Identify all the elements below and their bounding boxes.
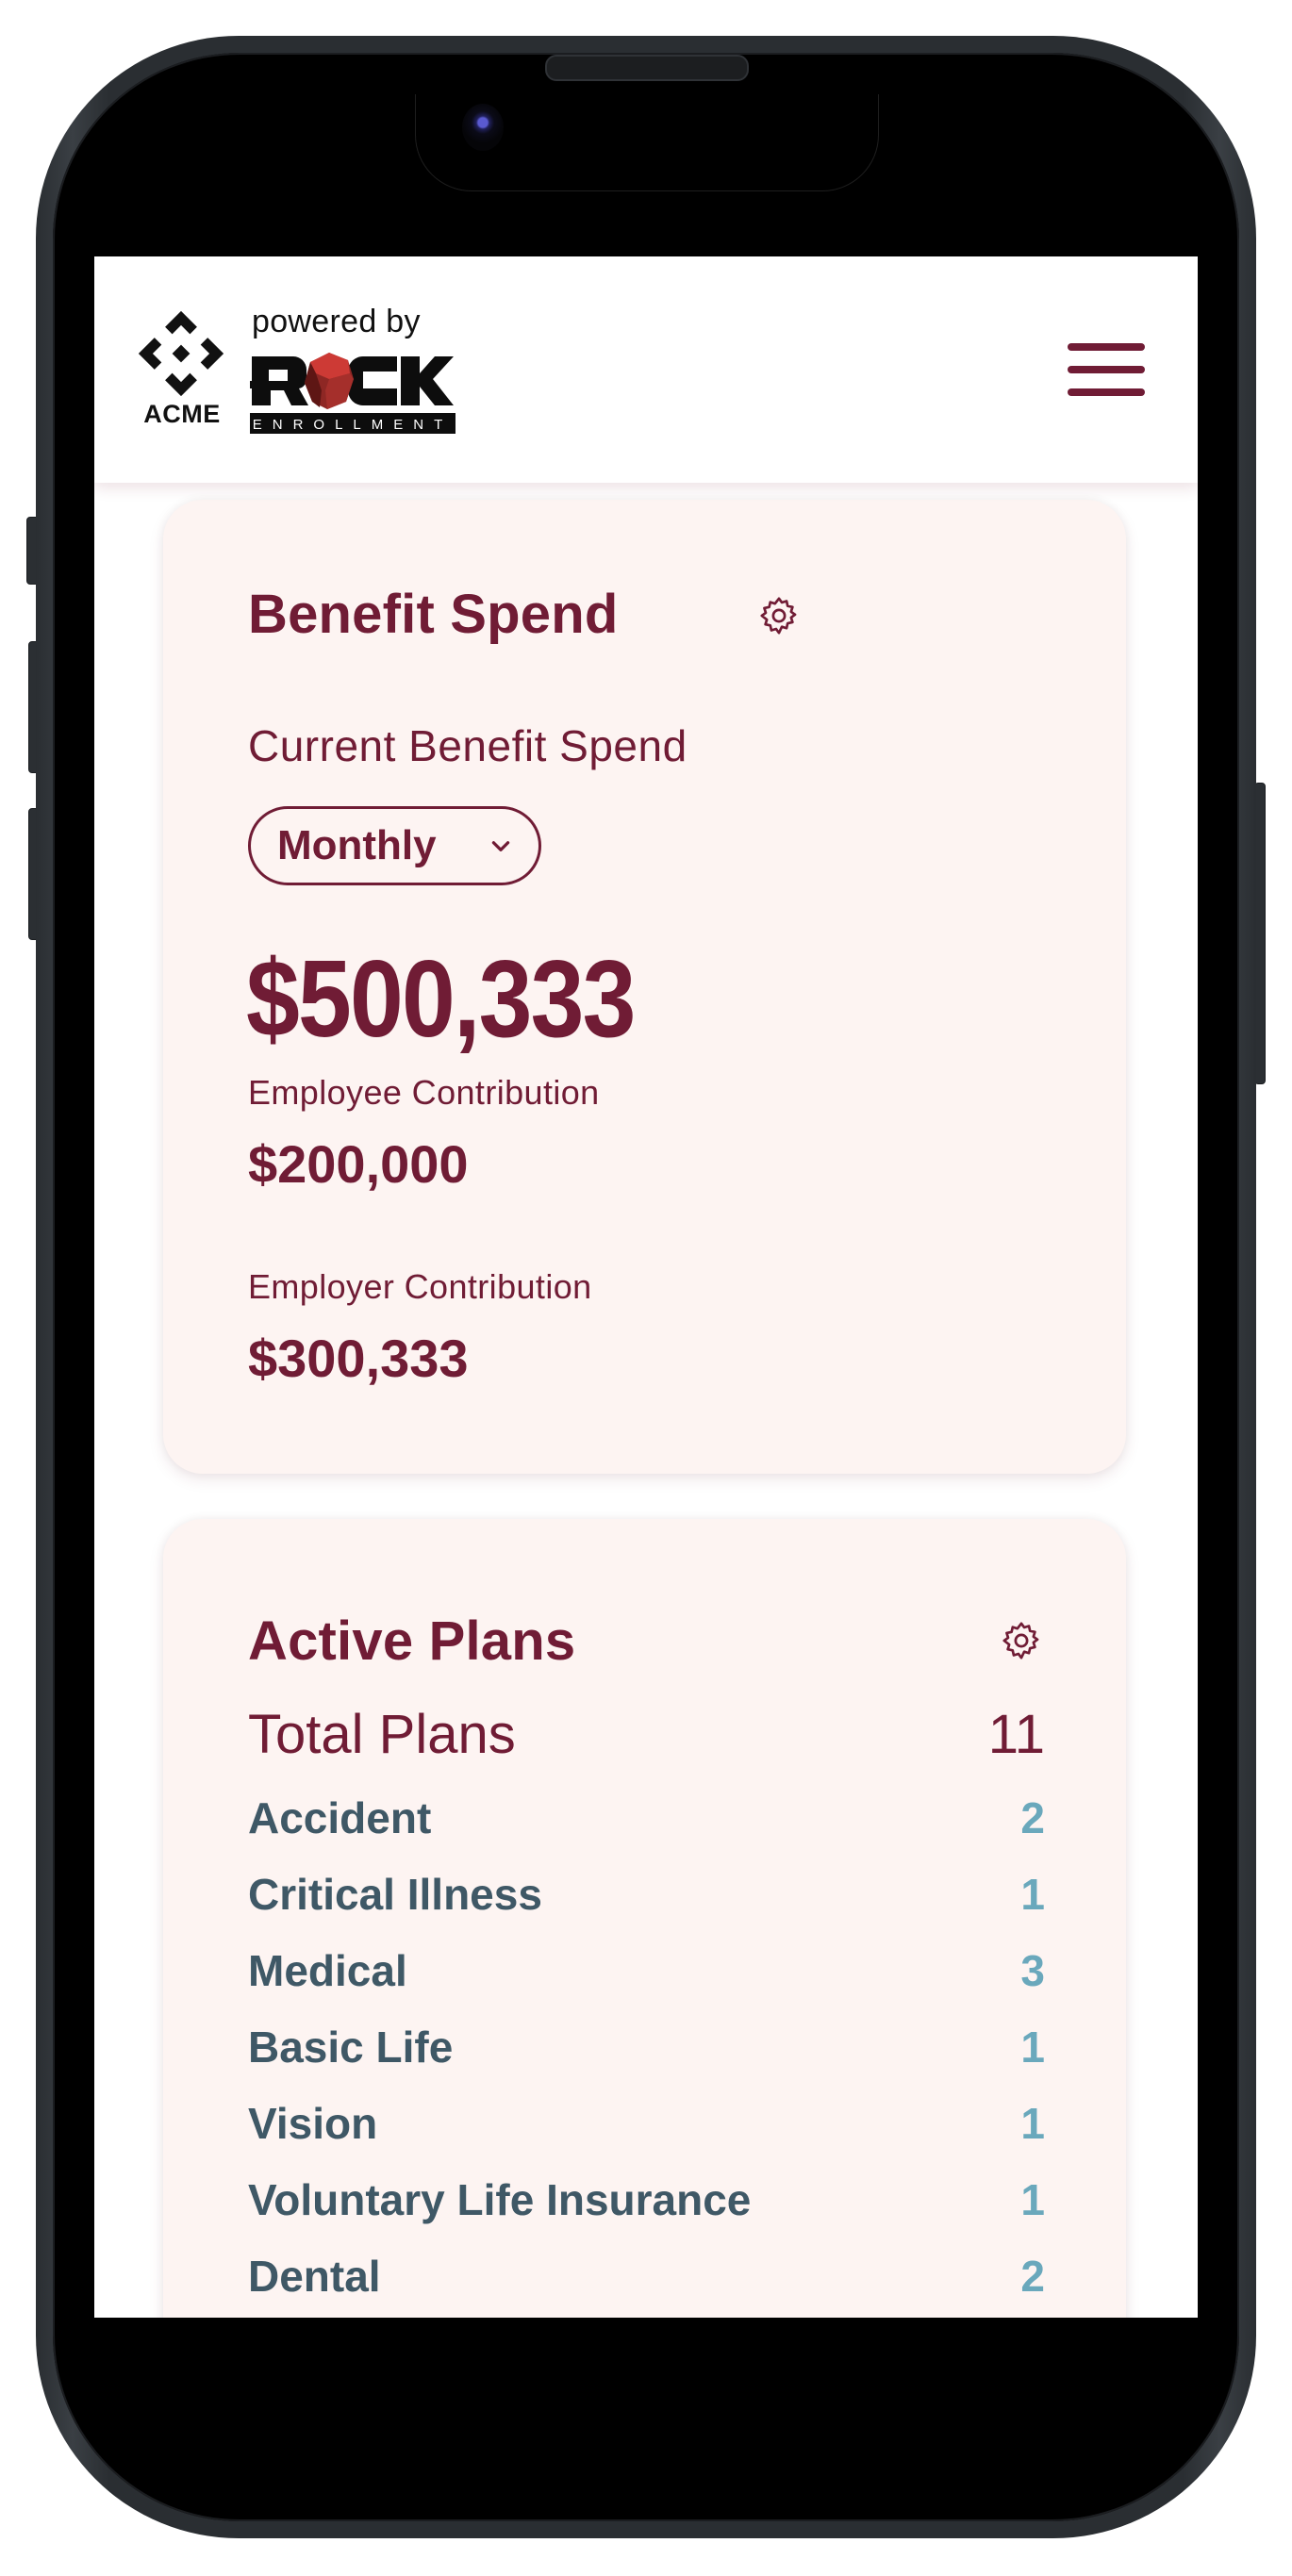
plan-row[interactable]: Dental 2 <box>248 2251 1045 2317</box>
active-plans-settings-gear-icon[interactable] <box>1000 1619 1043 1662</box>
plan-label: Medical <box>248 1946 407 1995</box>
plan-label: Voluntary Life Insurance <box>248 2175 752 2224</box>
plan-label: Basic Life <box>248 2023 454 2072</box>
employer-contribution-value: $300,333 <box>248 1329 469 1388</box>
plan-count: 3 <box>1020 1946 1045 1995</box>
chevron-down-icon <box>491 841 510 851</box>
plan-count: 1 <box>1020 2023 1045 2072</box>
current-benefit-spend-label: Current Benefit Spend <box>248 721 687 770</box>
plan-row[interactable]: Critical Illness 1 <box>248 1869 1045 1935</box>
front-camera <box>462 104 504 151</box>
plan-label: Accident <box>248 1793 432 1842</box>
plan-row[interactable]: Voluntary Life Insurance 1 <box>248 2174 1045 2240</box>
total-plans-value: 11 <box>987 1704 1045 1765</box>
plan-row[interactable]: Accident 2 <box>248 1792 1045 1858</box>
benefit-spend-title: Benefit Spend <box>248 584 619 645</box>
rock-enrollment-logo: ENROLLMENT <box>250 353 456 434</box>
period-dropdown[interactable]: Monthly <box>248 806 541 885</box>
total-plans-label: Total Plans <box>248 1704 516 1765</box>
plan-label: Vision <box>248 2099 378 2148</box>
brand-logo-subtext: ENROLLMENT <box>253 417 454 433</box>
plan-count: 1 <box>1020 2175 1045 2224</box>
plan-row[interactable]: Basic Life 1 <box>248 2022 1045 2088</box>
active-plans-title: Active Plans <box>248 1610 576 1672</box>
plan-count: 1 <box>1020 1870 1045 1919</box>
menu-line <box>1068 343 1145 351</box>
acme-logo-icon <box>138 310 224 397</box>
earpiece-speaker <box>545 55 749 81</box>
plan-label: Dental <box>248 2252 381 2301</box>
plan-count: 2 <box>1020 2252 1045 2301</box>
plan-label: Critical Illness <box>248 1870 542 1919</box>
employee-contribution-label: Employee Contribution <box>248 1073 600 1112</box>
employer-contribution-label: Employer Contribution <box>248 1267 592 1306</box>
app-header: ACME powered by ENROLLMENT <box>94 256 1198 483</box>
total-benefit-spend-value: $500,333 <box>246 937 636 1060</box>
plan-row[interactable]: Vision 1 <box>248 2098 1045 2164</box>
plan-count: 1 <box>1020 2099 1045 2148</box>
total-plans-row: Total Plans 11 <box>248 1703 1045 1778</box>
period-dropdown-value: Monthly <box>277 822 437 868</box>
menu-line <box>1068 388 1145 396</box>
plan-count: 2 <box>1020 1793 1045 1842</box>
active-plans-card: Active Plans Total Plans 11 Accident 2 C… <box>163 1519 1126 2318</box>
menu-line <box>1068 366 1145 373</box>
benefit-spend-settings-gear-icon[interactable] <box>757 594 801 637</box>
benefit-spend-card: Benefit Spend Current Benefit Spend Mont… <box>163 500 1126 1474</box>
powered-by-label: powered by <box>252 304 421 339</box>
client-logo-text: ACME <box>143 400 221 428</box>
employee-contribution-value: $200,000 <box>248 1134 469 1194</box>
logo-lockup[interactable]: ACME powered by ENROLLMENT <box>137 304 552 436</box>
hamburger-menu-icon[interactable] <box>1068 343 1145 398</box>
plan-row[interactable]: Medical 3 <box>248 1945 1045 2011</box>
screen: ACME powered by ENROLLMENT Benefit Spend… <box>94 256 1198 2318</box>
